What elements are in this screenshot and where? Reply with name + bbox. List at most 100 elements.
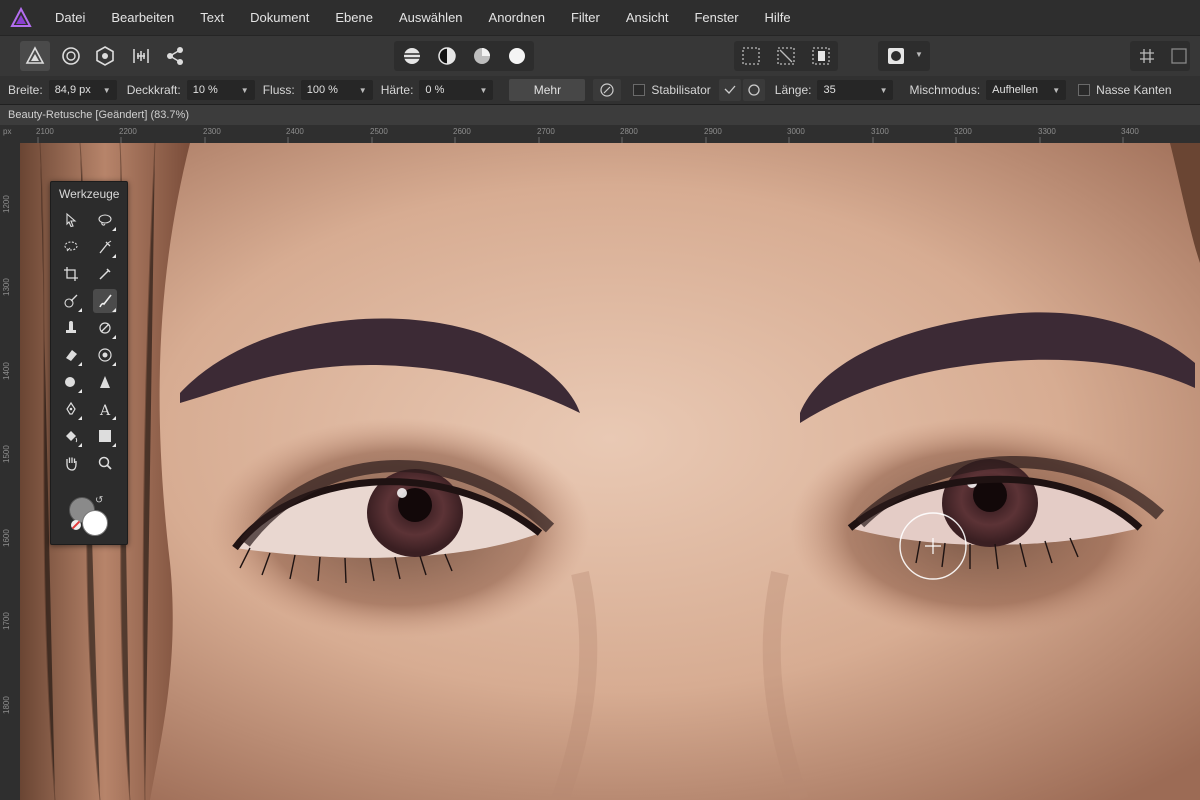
fluss-value: 100 % xyxy=(306,84,338,96)
laenge-field[interactable]: 35 ▼ xyxy=(817,80,894,100)
menu-hilfe[interactable]: Hilfe xyxy=(752,10,804,25)
deckkraft-value: 10 % xyxy=(192,84,218,96)
menu-text[interactable]: Text xyxy=(187,10,237,25)
affinity-photo-logo-icon[interactable] xyxy=(10,6,32,29)
panel-toggle-icon[interactable] xyxy=(1164,41,1194,71)
ruler-label: 2400 xyxy=(286,127,304,136)
menu-dokument[interactable]: Dokument xyxy=(237,10,322,25)
laenge-value: 35 xyxy=(823,84,836,96)
menu-fenster[interactable]: Fenster xyxy=(681,10,751,25)
sharpen-brush-icon[interactable] xyxy=(93,370,117,394)
menu-auswaehlen[interactable]: Auswählen xyxy=(386,10,476,25)
auto-contrast-icon[interactable] xyxy=(432,41,462,71)
red-eye-icon[interactable] xyxy=(93,343,117,367)
chevron-down-icon: ▼ xyxy=(102,85,111,95)
rectangle-tool-icon[interactable] xyxy=(93,424,117,448)
nasse-kanten-label: Nasse Kanten xyxy=(1096,83,1172,97)
develop-persona-icon[interactable] xyxy=(90,41,120,71)
menu-ebene[interactable]: Ebene xyxy=(322,10,386,25)
menu-anordnen[interactable]: Anordnen xyxy=(476,10,558,25)
invert-select-icon[interactable] xyxy=(771,41,801,71)
selection-mask-icon[interactable] xyxy=(806,41,836,71)
ruler-label: 1200 xyxy=(2,195,11,213)
chevron-down-icon: ▼ xyxy=(479,85,488,95)
inpainting-brush-icon[interactable] xyxy=(59,289,83,313)
ruler-label: 2200 xyxy=(119,127,137,136)
ruler-label: 1400 xyxy=(2,362,11,380)
quick-mask-dropdown-icon[interactable]: ▼ xyxy=(915,50,923,59)
freehand-selection-icon[interactable] xyxy=(93,208,117,232)
swap-colors-icon[interactable]: ↺ xyxy=(95,495,103,506)
ruler-label: 2900 xyxy=(704,127,722,136)
menu-bearbeiten[interactable]: Bearbeiten xyxy=(98,10,187,25)
flood-select-icon[interactable] xyxy=(93,235,117,259)
breite-field[interactable]: 84,9 px ▼ xyxy=(48,80,117,100)
ruler-label: 1800 xyxy=(2,696,11,714)
auto-levels-icon[interactable] xyxy=(397,41,427,71)
fluss-field[interactable]: 100 % ▼ xyxy=(300,80,373,100)
color-picker-icon[interactable] xyxy=(93,262,117,286)
breite-value: 84,9 px xyxy=(54,84,91,96)
menu-bar: Datei Bearbeiten Text Dokument Ebene Aus… xyxy=(0,0,1200,35)
zoom-tool-icon[interactable] xyxy=(93,451,117,475)
pen-tool-icon[interactable] xyxy=(59,397,83,421)
no-color-icon[interactable] xyxy=(71,520,81,530)
tools-panel-title: Werkzeuge xyxy=(59,187,120,201)
ruler-label: 2600 xyxy=(453,127,471,136)
svg-text:A: A xyxy=(99,403,111,417)
clone-brush-icon[interactable] xyxy=(59,316,83,340)
ruler-label: 2500 xyxy=(370,127,388,136)
haerte-field[interactable]: 0 % ▼ xyxy=(419,80,494,100)
mehr-button[interactable]: Mehr xyxy=(509,79,586,101)
fill-tool-icon[interactable] xyxy=(59,424,83,448)
mehr-button-label: Mehr xyxy=(533,83,562,97)
ruler-unit: px xyxy=(3,127,12,136)
export-persona-icon[interactable] xyxy=(160,41,190,71)
snapping-grid-icon[interactable] xyxy=(1132,41,1162,71)
deckkraft-field[interactable]: 10 % ▼ xyxy=(186,80,255,100)
selection-brush-icon[interactable] xyxy=(59,235,83,259)
menu-ansicht[interactable]: Ansicht xyxy=(613,10,682,25)
menu-datei[interactable]: Datei xyxy=(42,10,98,25)
stabilisator-checkbox[interactable] xyxy=(633,84,646,96)
nasse-kanten-checkbox[interactable] xyxy=(1078,84,1091,96)
ruler-label: 1600 xyxy=(2,529,11,547)
blur-brush-icon[interactable] xyxy=(59,370,83,394)
dodge-brush-icon[interactable] xyxy=(93,316,117,340)
marquee-select-icon[interactable] xyxy=(736,41,766,71)
auto-colors-icon[interactable] xyxy=(467,41,497,71)
eraser-icon[interactable] xyxy=(59,343,83,367)
ruler-label: 2800 xyxy=(620,127,638,136)
brush-stroke-icon[interactable] xyxy=(593,79,622,101)
rope-mode-icon[interactable] xyxy=(718,79,741,101)
mischmodus-select[interactable]: Aufhellen ▼ xyxy=(986,80,1067,100)
crop-tool-icon[interactable] xyxy=(59,262,83,286)
laenge-label: Länge: xyxy=(774,83,812,97)
ruler-label: 3300 xyxy=(1038,127,1056,136)
menu-filter[interactable]: Filter xyxy=(558,10,613,25)
mischmodus-value: Aufhellen xyxy=(992,84,1039,96)
ruler-label: 1300 xyxy=(2,278,11,296)
text-tool-icon[interactable]: A xyxy=(93,397,117,421)
main-toolbar: ▼ xyxy=(0,35,1200,77)
breite-label: Breite: xyxy=(8,83,43,97)
hand-tool-icon[interactable] xyxy=(59,451,83,475)
portrait-photo xyxy=(20,143,1200,800)
move-tool-icon[interactable] xyxy=(59,208,83,232)
ruler-ticks xyxy=(37,137,1124,143)
photo-persona-icon[interactable] xyxy=(20,41,50,71)
window-mode-icon[interactable] xyxy=(742,79,765,101)
primary-color-swatch[interactable] xyxy=(82,510,108,536)
auto-white-balance-icon[interactable] xyxy=(502,41,532,71)
ruler-label: 3200 xyxy=(954,127,972,136)
paint-brush-icon[interactable] xyxy=(93,289,117,313)
liquify-persona-icon[interactable] xyxy=(56,41,86,71)
context-toolbar: Breite: 84,9 px ▼ Deckkraft: 10 % ▼ Fluss:… xyxy=(0,76,1200,105)
document-tab[interactable]: Beauty-Retusche [Geändert] (83.7%) xyxy=(0,105,1200,125)
ruler-label: 2100 xyxy=(36,127,54,136)
ruler-label: 2700 xyxy=(537,127,555,136)
haerte-value: 0 % xyxy=(425,84,445,96)
tone-mapping-persona-icon[interactable] xyxy=(126,41,156,71)
quick-mask-icon[interactable] xyxy=(881,41,911,71)
document-canvas[interactable] xyxy=(20,143,1200,800)
